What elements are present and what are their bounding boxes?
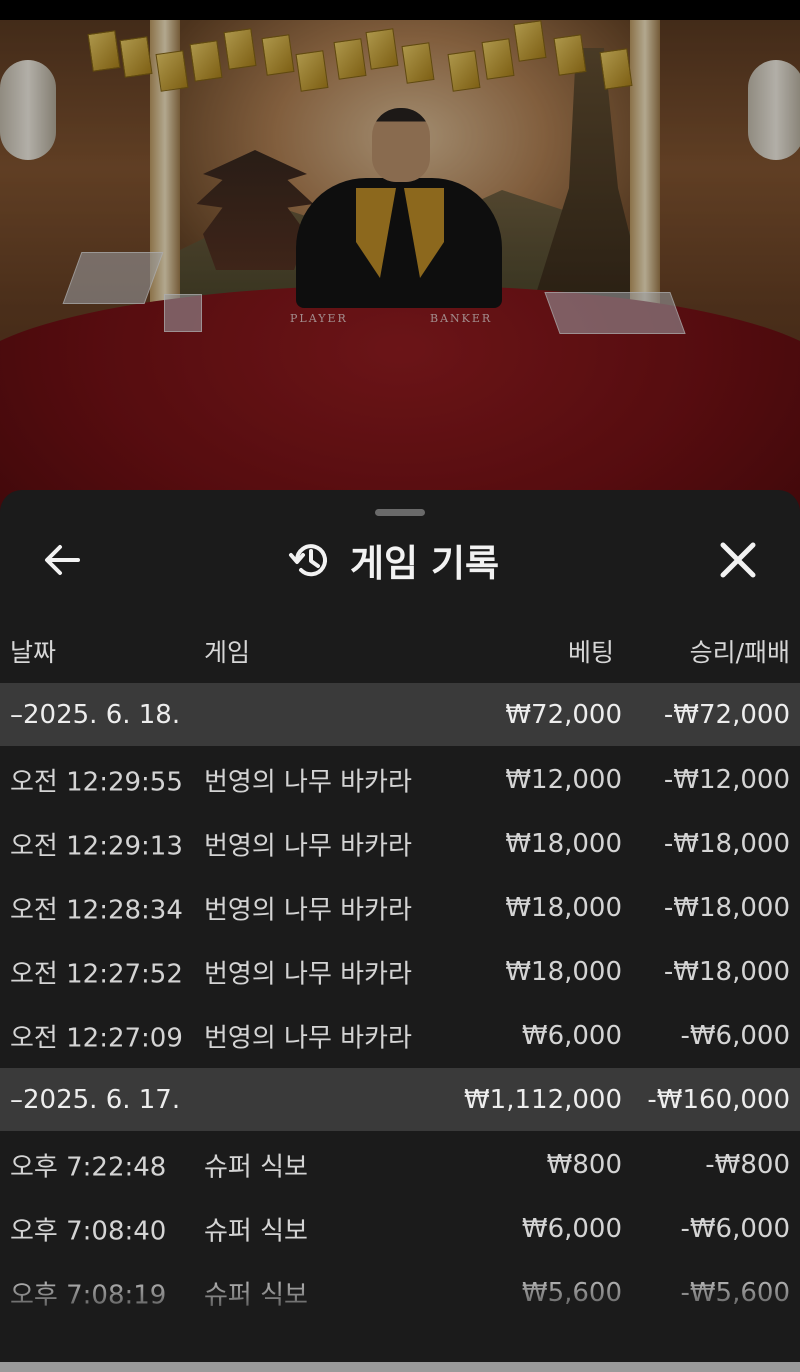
history-row[interactable]: 오후 7:22:48 슈퍼 식보 ₩800 -₩800 (0, 1133, 800, 1197)
page-title: 게임 기록 (350, 542, 500, 585)
history-row[interactable]: 오전 12:27:09 번영의 나무 바카라 ₩6,000 -₩6,000 (0, 1004, 800, 1068)
row-time: 오후 7:08:40 (10, 1216, 167, 1247)
row-time: 오전 12:28:34 (10, 895, 183, 926)
history-row[interactable]: 오후 7:08:40 슈퍼 식보 ₩6,000 -₩6,000 (0, 1197, 800, 1261)
dim-overlay (0, 0, 800, 560)
group-date: –2025. 6. 18. (10, 699, 181, 730)
row-time: 오전 12:29:13 (10, 831, 183, 862)
column-header-game: 게임 (204, 638, 251, 667)
row-bet: ₩18,000 (505, 957, 622, 987)
row-time: 오후 7:22:48 (10, 1152, 167, 1183)
row-result: -₩6,000 (680, 1214, 790, 1244)
row-bet: ₩18,000 (505, 893, 622, 923)
history-icon (289, 544, 327, 577)
game-history-sheet: 게임 기록 날짜 게임 베팅 승리/패배 –2025. 6. 18. ₩72,0… (0, 490, 800, 1362)
live-dealer-video: PLAYER BANKER (0, 0, 800, 560)
row-bet: ₩6,000 (521, 1021, 622, 1051)
row-time: 오후 7:08:19 (10, 1280, 167, 1311)
history-row[interactable]: 오전 12:27:52 번영의 나무 바카라 ₩18,000 -₩18,000 (0, 940, 800, 1004)
row-game: 번영의 나무 바카라 (204, 767, 412, 798)
group-bet-total: ₩1,112,000 (463, 1084, 622, 1115)
close-icon (720, 542, 756, 578)
row-time: 오전 12:29:55 (10, 767, 183, 798)
row-bet: ₩12,000 (505, 765, 622, 795)
row-result: -₩5,600 (680, 1278, 790, 1308)
back-button[interactable] (40, 540, 84, 580)
row-game: 번영의 나무 바카라 (204, 1023, 412, 1054)
row-bet: ₩18,000 (505, 829, 622, 859)
row-result: -₩800 (705, 1150, 790, 1180)
row-game: 슈퍼 식보 (204, 1216, 308, 1247)
date-group-header[interactable]: –2025. 6. 17. ₩1,112,000 -₩160,000 (0, 1068, 800, 1131)
row-time: 오전 12:27:09 (10, 1023, 183, 1054)
row-game: 번영의 나무 바카라 (204, 895, 412, 926)
history-row[interactable]: 오전 12:28:34 번영의 나무 바카라 ₩18,000 -₩18,000 (0, 876, 800, 940)
row-result: -₩12,000 (663, 765, 790, 795)
date-group-header[interactable]: –2025. 6. 18. ₩72,000 -₩72,000 (0, 683, 800, 746)
close-button[interactable] (714, 536, 762, 584)
row-bet: ₩5,600 (521, 1278, 622, 1308)
drag-handle[interactable] (375, 509, 425, 516)
row-game: 슈퍼 식보 (204, 1152, 308, 1183)
group-result-total: -₩160,000 (647, 1084, 790, 1115)
row-bet: ₩6,000 (521, 1214, 622, 1244)
history-row[interactable]: 오후 7:08:19 슈퍼 식보 ₩5,600 -₩5,600 (0, 1261, 800, 1325)
column-header-result: 승리/패배 (689, 638, 790, 667)
history-row[interactable]: 오전 12:29:55 번영의 나무 바카라 ₩12,000 -₩12,000 (0, 748, 800, 812)
column-header-date: 날짜 (10, 638, 57, 667)
group-bet-total: ₩72,000 (505, 699, 622, 730)
bottom-strip (0, 1362, 800, 1372)
row-game: 번영의 나무 바카라 (204, 959, 412, 990)
row-bet: ₩800 (546, 1150, 622, 1180)
row-result: -₩18,000 (663, 829, 790, 859)
row-result: -₩18,000 (663, 957, 790, 987)
group-date: –2025. 6. 17. (10, 1084, 181, 1115)
history-list[interactable]: –2025. 6. 18. ₩72,000 -₩72,000 오전 12:29:… (0, 683, 800, 1325)
history-row[interactable]: 오전 12:29:13 번영의 나무 바카라 ₩18,000 -₩18,000 (0, 812, 800, 876)
row-game: 슈퍼 식보 (204, 1280, 308, 1311)
sheet-header: 게임 기록 (288, 534, 499, 586)
row-result: -₩18,000 (663, 893, 790, 923)
column-header-bet: 베팅 (567, 638, 614, 667)
row-time: 오전 12:27:52 (10, 959, 183, 990)
group-result-total: -₩72,000 (663, 699, 790, 730)
row-result: -₩6,000 (680, 1021, 790, 1051)
row-game: 번영의 나무 바카라 (204, 831, 412, 862)
arrow-left-icon (45, 545, 80, 575)
